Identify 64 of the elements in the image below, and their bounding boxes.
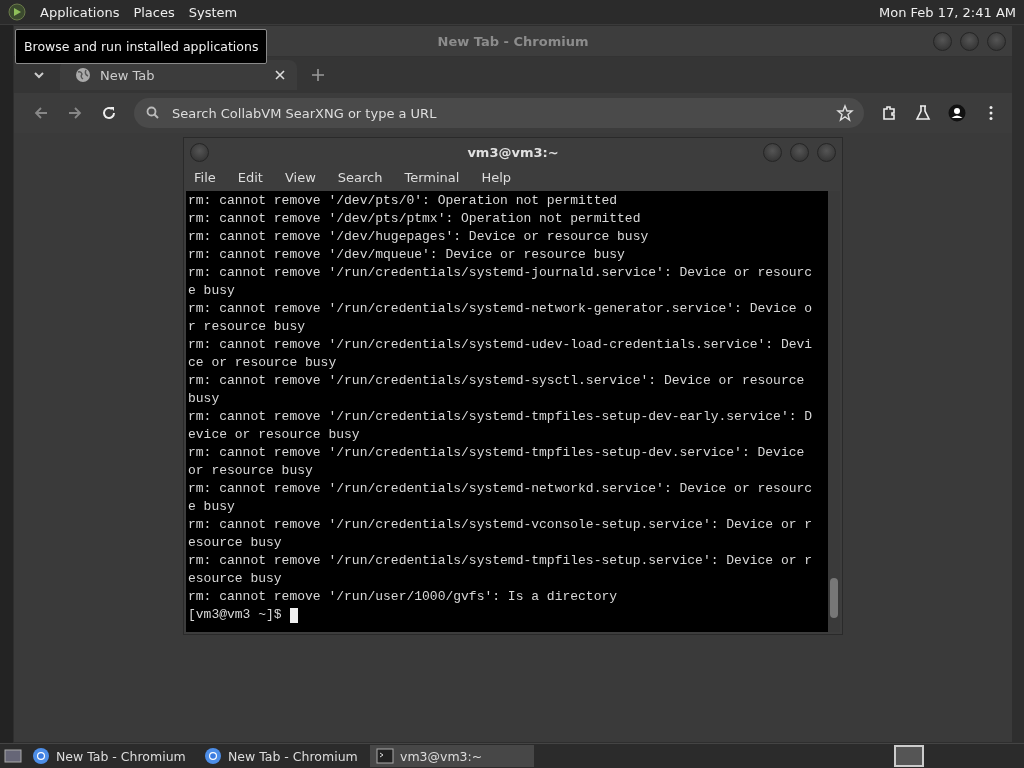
plus-icon[interactable] bbox=[309, 66, 327, 84]
taskbar-item[interactable]: New Tab - Chromium bbox=[26, 745, 194, 767]
window-title: vm3@vm3:~ bbox=[467, 144, 559, 160]
terminal-line: rm: cannot remove '/dev/hugepages': Device or resource busy bbox=[188, 228, 649, 246]
show-desktop-icon[interactable] bbox=[4, 748, 22, 764]
taskbar-item[interactable]: vm3@vm3:~ bbox=[370, 745, 534, 767]
app-menu-icon[interactable] bbox=[8, 3, 26, 21]
terminal-line: rm: cannot remove '/run/credentials/systemd-tmpfiles-setup-dev.service': Device bbox=[188, 444, 805, 462]
puzzle-icon[interactable] bbox=[880, 104, 898, 122]
terminal-line: e busy bbox=[188, 282, 235, 300]
panel-menu[interactable]: Places bbox=[133, 4, 175, 20]
window-button[interactable] bbox=[790, 142, 809, 162]
terminal-line: busy bbox=[188, 390, 220, 408]
terminal-line: esource busy bbox=[188, 534, 282, 552]
terminal-line: rm: cannot remove '/run/credentials/systemd-tmpfiles-setup.service': Device or r bbox=[188, 552, 813, 570]
window-button[interactable] bbox=[817, 142, 836, 162]
terminal-line: ce or resource busy bbox=[188, 354, 337, 372]
menu-item[interactable]: Search bbox=[337, 170, 383, 185]
profile-icon[interactable] bbox=[948, 104, 966, 122]
terminal-line: rm: cannot remove '/run/credentials/systemd-tmpfiles-setup-dev-early.service': D bbox=[188, 408, 813, 426]
terminal-line: rm: cannot remove '/run/credentials/systemd-vconsole-setup.service': Device or r bbox=[188, 516, 813, 534]
menu-item[interactable]: Terminal bbox=[404, 170, 460, 185]
panel-menu[interactable]: Applications bbox=[40, 4, 120, 20]
terminal-line: rm: cannot remove '/dev/pts/0': Operation not permitted bbox=[188, 192, 618, 210]
taskbar-item[interactable]: New Tab - Chromium bbox=[198, 745, 366, 767]
window-button[interactable] bbox=[960, 31, 979, 51]
star-icon[interactable] bbox=[836, 104, 854, 122]
terminal-line: rm: cannot remove '/run/credentials/systemd-networkd.service': Device or resourc bbox=[188, 480, 813, 498]
chromium-icon bbox=[204, 747, 222, 765]
address-bar[interactable]: Search CollabVM SearXNG or type a URL bbox=[134, 98, 864, 128]
window-button[interactable] bbox=[763, 142, 782, 162]
terminal-icon bbox=[376, 747, 394, 765]
terminal-line: esource busy bbox=[188, 570, 282, 588]
menu-item[interactable]: Edit bbox=[237, 170, 263, 185]
clock[interactable]: Mon Feb 17, 2:41 AM bbox=[879, 4, 1016, 20]
terminal-line: rm: cannot remove '/run/user/1000/gvfs': Is a directory bbox=[188, 588, 618, 606]
terminal-line: rm: cannot remove '/run/credentials/systemd-udev-load-credentials.service': Devi bbox=[188, 336, 813, 354]
terminal-line: rm: cannot remove '/dev/pts/ptmx': Operation not permitted bbox=[188, 210, 641, 228]
window-button[interactable] bbox=[190, 143, 209, 162]
terminal-line: e busy bbox=[188, 498, 235, 516]
shell-prompt: [vm3@vm3 ~]$ bbox=[188, 606, 282, 624]
reload-icon[interactable] bbox=[100, 104, 118, 122]
text-cursor bbox=[289, 607, 298, 623]
panel-menu[interactable]: System bbox=[188, 4, 238, 20]
scroll-thumb[interactable] bbox=[830, 578, 838, 618]
workspace-switcher[interactable] bbox=[894, 745, 924, 767]
globe-icon bbox=[74, 66, 92, 84]
flask-icon[interactable] bbox=[914, 104, 932, 122]
window-button[interactable] bbox=[933, 31, 952, 51]
window-title: New Tab - Chromium bbox=[437, 33, 589, 49]
menu-item[interactable]: File bbox=[194, 170, 216, 185]
terminal-line: evice or resource busy bbox=[188, 426, 360, 444]
terminal-line: rm: cannot remove '/run/credentials/systemd-sysctl.service': Device or resource bbox=[188, 372, 805, 390]
scrollbar[interactable] bbox=[828, 191, 840, 632]
terminal-line: r resource busy bbox=[188, 318, 306, 336]
chromium-icon bbox=[32, 747, 50, 765]
menu-item[interactable]: View bbox=[284, 170, 316, 185]
tooltip: Browse and run installed applications bbox=[15, 29, 268, 64]
terminal-line: rm: cannot remove '/dev/mqueue': Device or resource busy bbox=[188, 246, 625, 264]
terminal-line: rm: cannot remove '/run/credentials/systemd-journald.service': Device or resourc bbox=[188, 264, 813, 282]
terminal-line: or resource busy bbox=[188, 462, 313, 480]
window-button[interactable] bbox=[987, 31, 1006, 51]
terminal-line: rm: cannot remove '/run/credentials/systemd-network-generator.service': Device o bbox=[188, 300, 813, 318]
menu-item[interactable]: Help bbox=[481, 170, 512, 185]
